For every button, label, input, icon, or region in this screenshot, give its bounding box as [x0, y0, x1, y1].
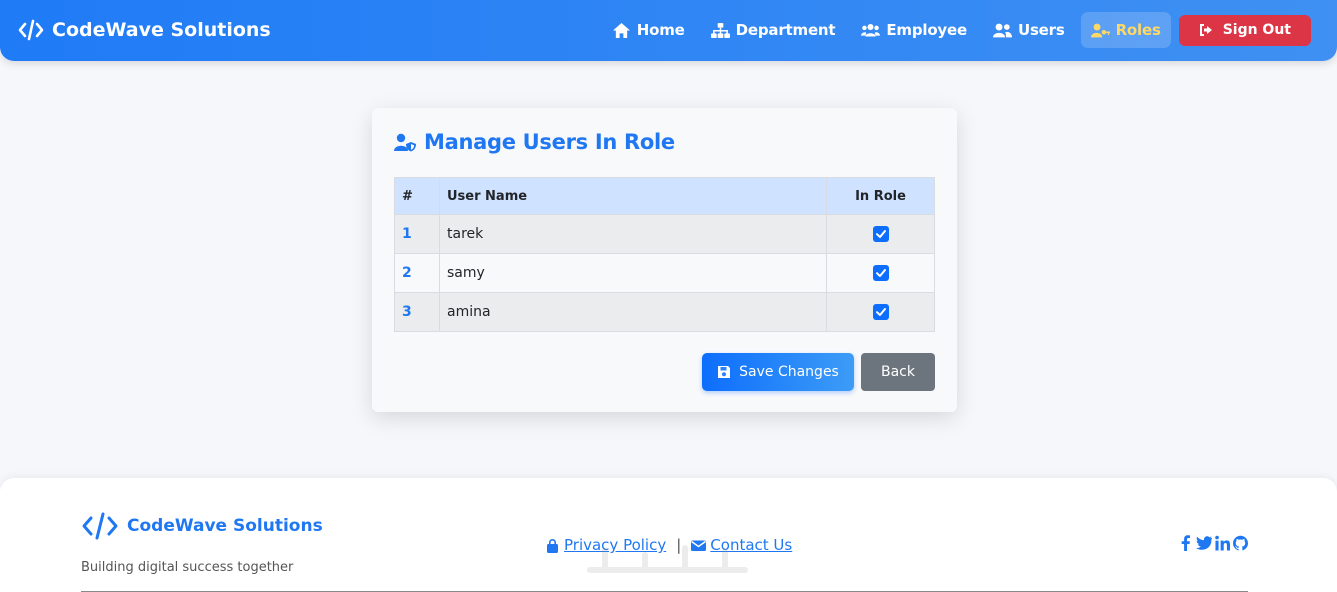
row-username: tarek	[439, 214, 827, 254]
social-links	[1178, 535, 1248, 551]
check-icon	[875, 269, 886, 277]
manage-users-card: Manage Users In Role # User Name In Role…	[372, 108, 957, 412]
card-title-text: Manage Users In Role	[424, 130, 675, 154]
nav-employee[interactable]: Employee	[851, 12, 977, 48]
github-link[interactable]	[1233, 535, 1248, 551]
save-changes-button[interactable]: Save Changes	[702, 353, 854, 391]
nav-links: Home Department Employee Users Roles Sig…	[602, 7, 1311, 53]
nav-users[interactable]: Users	[983, 12, 1075, 48]
twitter-link[interactable]	[1196, 535, 1212, 551]
card-title: Manage Users In Role	[394, 130, 675, 154]
users-in-role-table: # User Name In Role 1 tarek 2 samy 3 ami…	[394, 177, 935, 332]
header-username: User Name	[439, 177, 827, 215]
check-icon	[875, 308, 886, 316]
table-row: 2 samy	[394, 253, 935, 293]
brand[interactable]: CodeWave Solutions	[18, 16, 271, 44]
user-group-icon	[992, 23, 1012, 37]
nav-home-label: Home	[636, 21, 685, 39]
github-icon	[1233, 535, 1248, 551]
back-button[interactable]: Back	[861, 353, 935, 391]
in-role-checkbox[interactable]	[872, 226, 889, 242]
back-label: Back	[881, 364, 915, 380]
lock-icon	[547, 538, 558, 553]
top-navbar: CodeWave Solutions Home Department Emplo…	[0, 0, 1337, 61]
table-row: 3 amina	[394, 292, 935, 332]
home-icon	[612, 22, 630, 38]
table-header-row: # User Name In Role	[394, 177, 935, 215]
row-in-role-cell	[826, 214, 935, 254]
nav-department[interactable]: Department	[701, 12, 846, 48]
brand-name: CodeWave Solutions	[52, 19, 271, 41]
save-changes-label: Save Changes	[739, 364, 839, 380]
row-username: amina	[439, 292, 827, 332]
row-in-role-cell	[826, 253, 935, 293]
row-username: samy	[439, 253, 827, 293]
code-icon	[82, 512, 118, 540]
sign-out-label: Sign Out	[1222, 22, 1291, 38]
footer-brand-name: CodeWave Solutions	[127, 516, 323, 536]
row-in-role-cell	[826, 292, 935, 332]
linkedin-link[interactable]	[1215, 535, 1230, 551]
header-num: #	[394, 177, 440, 215]
users-icon	[861, 23, 881, 37]
row-num: 2	[394, 253, 440, 293]
footer-brand[interactable]: CodeWave Solutions	[81, 511, 323, 541]
nav-department-label: Department	[735, 21, 836, 39]
facebook-icon	[1181, 535, 1190, 551]
row-num: 3	[394, 292, 440, 332]
table-row: 1 tarek	[394, 214, 935, 254]
header-in-role: In Role	[826, 177, 935, 215]
nav-employee-label: Employee	[886, 21, 967, 39]
in-role-checkbox[interactable]	[872, 304, 889, 320]
code-icon	[18, 19, 44, 41]
row-num: 1	[394, 214, 440, 254]
sign-out-button[interactable]: Sign Out	[1178, 14, 1311, 46]
nav-roles-label: Roles	[1115, 21, 1161, 39]
twitter-icon	[1196, 536, 1212, 550]
user-key-icon	[1090, 23, 1110, 37]
watermark-logo	[587, 545, 748, 573]
facebook-link[interactable]	[1178, 535, 1193, 551]
footer-tagline: Building digital success together	[81, 560, 294, 575]
in-role-checkbox[interactable]	[872, 265, 889, 281]
linkedin-icon	[1215, 535, 1230, 551]
sign-out-icon	[1199, 24, 1212, 36]
save-icon	[718, 366, 731, 378]
check-icon	[875, 230, 886, 238]
nav-home[interactable]: Home	[602, 12, 695, 48]
nav-roles[interactable]: Roles	[1080, 12, 1171, 48]
sitemap-icon	[710, 22, 730, 38]
nav-users-label: Users	[1017, 21, 1065, 39]
user-shield-icon	[394, 133, 416, 151]
